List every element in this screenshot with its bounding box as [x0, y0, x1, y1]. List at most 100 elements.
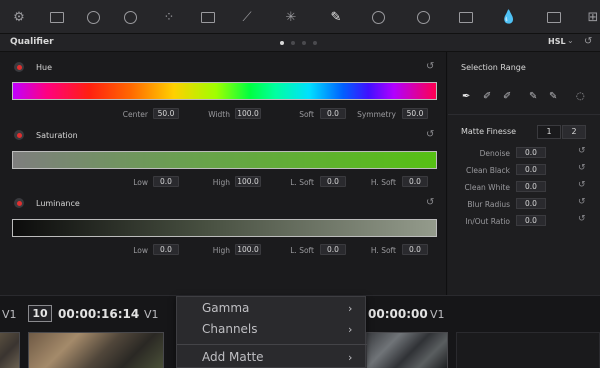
matte-finesse-title: Matte Finesse: [461, 127, 517, 136]
menu-item-channels[interactable]: Channels: [202, 322, 258, 336]
chevron-right-icon: ›: [348, 351, 353, 364]
saturation-range-bar[interactable]: [12, 151, 437, 169]
magic-mask-icon[interactable]: [457, 8, 475, 26]
chevron-right-icon: ›: [348, 302, 353, 315]
hue-range-bar[interactable]: [12, 82, 437, 100]
palette-toolbar: ⚙ ⁘ ⟋ ✳ ✎ 💧 ⊞: [0, 0, 600, 34]
reset-icon[interactable]: ↺: [584, 36, 592, 47]
page-dots[interactable]: [280, 41, 317, 45]
clean-white-field[interactable]: 0.0: [516, 181, 546, 192]
luminance-reset-icon[interactable]: ↺: [426, 197, 434, 208]
blur-icon[interactable]: 💧: [500, 8, 518, 26]
motion-effects-icon[interactable]: ⁘: [160, 8, 178, 26]
denoise-field[interactable]: 0.0: [516, 147, 546, 158]
clean-black-reset-icon[interactable]: ↺: [578, 163, 586, 173]
lum-hsoft-label: H. Soft: [370, 246, 396, 255]
eyedropper-add-icon[interactable]: ✐: [503, 91, 511, 102]
in-out-ratio-field[interactable]: 0.0: [516, 215, 546, 226]
page-dot[interactable]: [302, 41, 306, 45]
clip-timecode: 00:00:16:14: [58, 307, 140, 321]
qualifier-icon[interactable]: ✎: [327, 8, 345, 26]
luminance-label: Luminance: [36, 199, 80, 208]
chevron-right-icon: ›: [348, 323, 353, 336]
clean-black-field[interactable]: 0.0: [516, 164, 546, 175]
chevron-down-icon[interactable]: ⌄: [567, 36, 574, 45]
lum-lsoft-field[interactable]: 0.0: [320, 244, 346, 255]
clip-thumbnail[interactable]: [366, 332, 448, 368]
saturation-reset-icon[interactable]: ↺: [426, 129, 434, 140]
eyedropper-icon[interactable]: ✒: [462, 91, 470, 102]
matte-finesse-tab-1[interactable]: 1: [537, 125, 561, 139]
hue-soft-field[interactable]: 0.0: [320, 108, 346, 119]
lum-low-field[interactable]: 0.0: [153, 244, 179, 255]
saturation-enable-toggle[interactable]: [14, 130, 24, 140]
track-label: V1: [144, 308, 159, 321]
blur-radius-field[interactable]: 0.0: [516, 198, 546, 209]
sat-low-field[interactable]: 0.0: [153, 176, 179, 187]
color-warper-icon[interactable]: [48, 8, 66, 26]
context-menu: Gamma › Channels › Add Matte ›: [176, 296, 367, 368]
raw-icon[interactable]: [199, 8, 217, 26]
sizing-icon[interactable]: ⊞: [584, 8, 600, 26]
track-label: V1: [2, 308, 17, 321]
hue-symmetry-field[interactable]: 50.0: [402, 108, 428, 119]
page-dot[interactable]: [291, 41, 295, 45]
hue-width-field[interactable]: 100.0: [235, 108, 261, 119]
matte-finesse-tab-2[interactable]: 2: [562, 125, 586, 139]
mode-dropdown[interactable]: HSL: [548, 37, 566, 46]
menu-item-add-matte[interactable]: Add Matte: [202, 350, 264, 364]
window-icon[interactable]: [369, 8, 387, 26]
key-icon[interactable]: [545, 8, 563, 26]
sat-lsoft-field[interactable]: 0.0: [320, 176, 346, 187]
luminance-range-bar[interactable]: [12, 219, 437, 237]
blur-radius-reset-icon[interactable]: ↺: [578, 197, 586, 207]
clip-number-badge: 10: [28, 305, 52, 322]
blur-radius-label: Blur Radius: [467, 200, 510, 209]
hue-center-label: Center: [122, 110, 148, 119]
in-out-ratio-reset-icon[interactable]: ↺: [578, 214, 586, 224]
selection-panel: Selection Range ✒ ✐ ✐ ✎ ✎ ◌ Matte Finess…: [448, 52, 600, 295]
warper-icon[interactable]: ✳: [282, 8, 300, 26]
invert-icon[interactable]: ◌: [576, 91, 585, 102]
lum-high-label: High: [212, 246, 230, 255]
clean-white-reset-icon[interactable]: ↺: [578, 180, 586, 190]
sat-lsoft-label: L. Soft: [290, 178, 314, 187]
eyedropper-subtract-icon[interactable]: ✐: [483, 91, 491, 102]
clip-thumbnail[interactable]: [0, 332, 20, 368]
feather-subtract-icon[interactable]: ✎: [529, 91, 537, 102]
hue-soft-label: Soft: [299, 110, 314, 119]
curves-icon[interactable]: ⚙: [10, 8, 28, 26]
lum-high-field[interactable]: 100.0: [235, 244, 261, 255]
rgb-mixer-icon[interactable]: [121, 8, 139, 26]
hue-reset-icon[interactable]: ↺: [426, 61, 434, 72]
sat-high-field[interactable]: 100.0: [235, 176, 261, 187]
sat-high-label: High: [212, 178, 230, 187]
sat-hsoft-label: H. Soft: [370, 178, 396, 187]
page-dot[interactable]: [313, 41, 317, 45]
color-wheels-icon[interactable]: [84, 8, 102, 26]
hue-width-label: Width: [208, 110, 230, 119]
clean-black-label: Clean Black: [466, 166, 510, 175]
luminance-enable-toggle[interactable]: [14, 198, 24, 208]
saturation-label: Saturation: [36, 131, 78, 140]
lum-low-label: Low: [133, 246, 148, 255]
clip-thumbnail-empty: [456, 332, 600, 368]
feather-add-icon[interactable]: ✎: [549, 91, 557, 102]
lum-hsoft-field[interactable]: 0.0: [402, 244, 428, 255]
menu-separator: [177, 344, 367, 345]
panel-title: Qualifier: [10, 37, 54, 47]
sat-low-label: Low: [133, 178, 148, 187]
clip-thumbnail[interactable]: [28, 332, 164, 368]
tracker-icon[interactable]: [414, 8, 432, 26]
hue-symmetry-label: Symmetry: [357, 110, 396, 119]
qualifier-header: Qualifier HSL ⌄ ↺: [0, 34, 600, 52]
sat-hsoft-field[interactable]: 0.0: [402, 176, 428, 187]
hue-label: Hue: [36, 63, 53, 72]
menu-item-gamma[interactable]: Gamma: [202, 301, 249, 315]
denoise-reset-icon[interactable]: ↺: [578, 146, 586, 156]
hue-enable-toggle[interactable]: [14, 62, 24, 72]
in-out-ratio-label: In/Out Ratio: [465, 217, 510, 226]
hue-center-field[interactable]: 50.0: [153, 108, 179, 119]
page-dot-active[interactable]: [280, 41, 284, 45]
curves-editor-icon[interactable]: ⟋: [238, 8, 256, 26]
